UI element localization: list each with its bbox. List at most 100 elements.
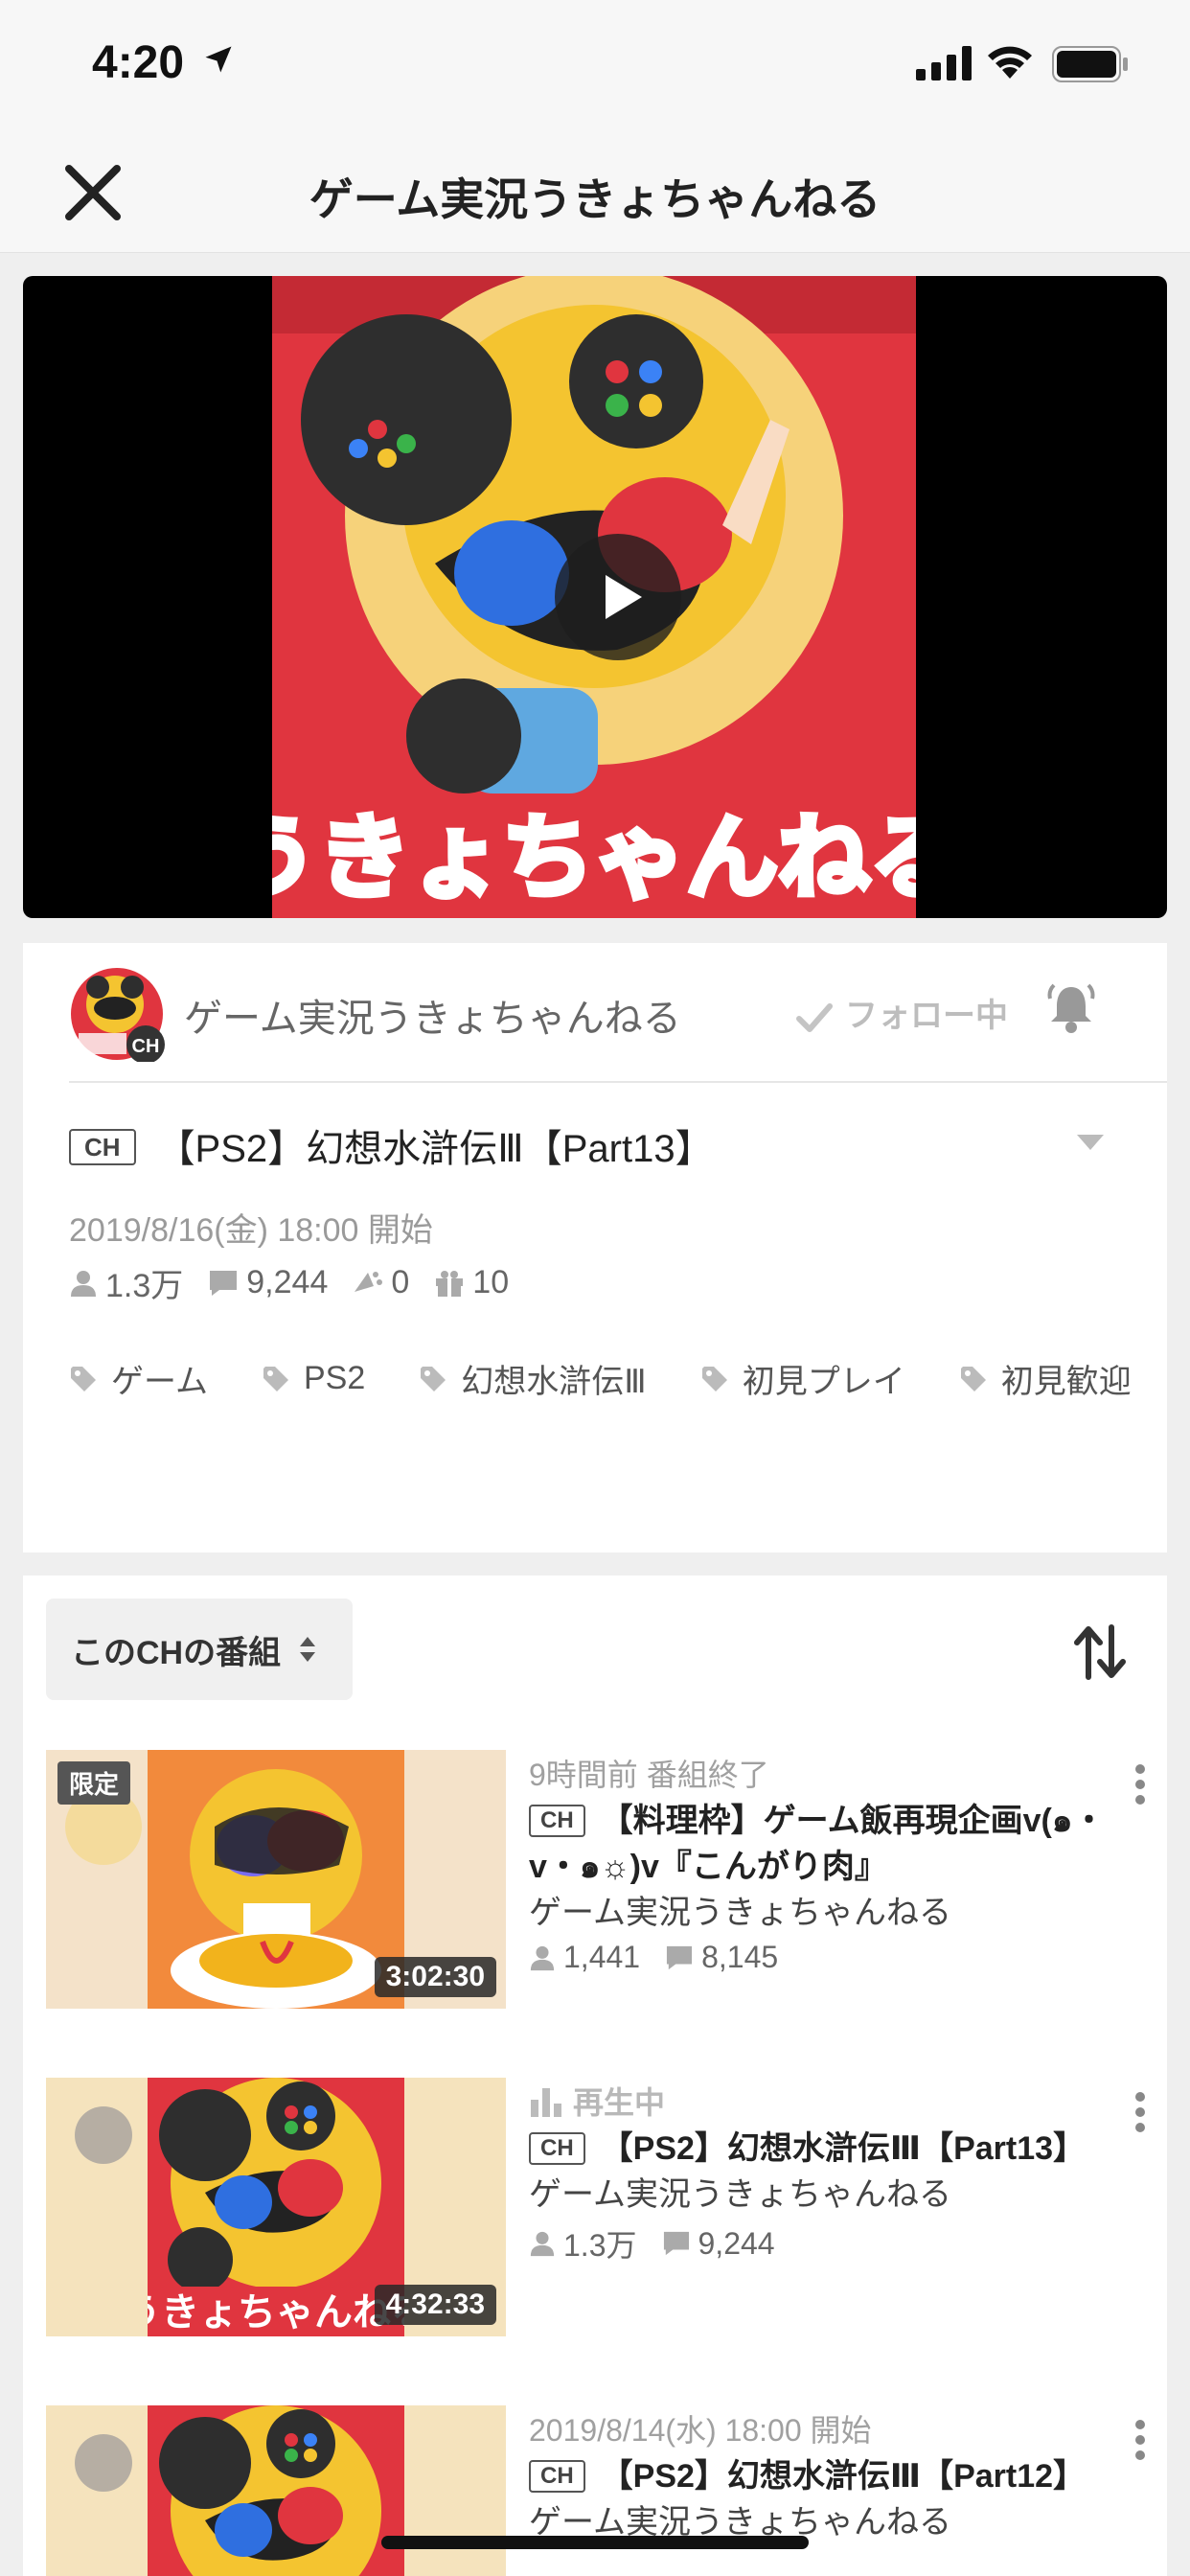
program-title-text: 【PS2】幻想水滸伝Ⅲ【Part13】 xyxy=(156,1128,714,1170)
program-status: 9時間前 番組終了 xyxy=(529,1758,769,1792)
program-item-stats: 1.3万 9,244 xyxy=(529,2221,1123,2266)
program-status-text: 再生中 xyxy=(573,2085,666,2120)
duration-badge: 3:02:30 xyxy=(374,1957,496,1997)
program-meta: 2019/8/14(水) 18:00 開始 CH 【PS2】幻想水滸伝Ⅲ【Part… xyxy=(529,2405,1123,2545)
program-thumbnail[interactable]: 限定 3:02:30 xyxy=(46,1750,506,2009)
ad-count: 0 xyxy=(353,1264,409,1301)
viewer-count: 1,441 xyxy=(529,1940,640,1975)
program-item-title: CH 【PS2】幻想水滸伝Ⅲ【Part12】 xyxy=(529,2453,1123,2499)
comment-count-value: 9,244 xyxy=(246,1264,329,1300)
ch-badge: CH xyxy=(529,2132,585,2165)
program-channel-name: ゲーム実況うきょちゃんねる xyxy=(529,1895,951,1931)
tag-label: 幻想水滸伝Ⅲ xyxy=(461,1364,647,1400)
follow-label: フォロー中 xyxy=(845,998,1008,1034)
thumbnail-title-text: うきょちゃんねる xyxy=(148,2290,404,2334)
thumbnail-blur-right xyxy=(404,2405,506,2576)
tag-item[interactable]: ゲーム xyxy=(69,1355,208,1402)
viewer-count-value: 1,441 xyxy=(563,1940,641,1974)
tag-list: ゲーム PS2 幻想水滸伝Ⅲ 初見プレイ 初見歓迎 xyxy=(69,1355,1142,1402)
more-options-icon[interactable] xyxy=(1134,1763,1146,1806)
program-item-title: CH 【PS2】幻想水滸伝Ⅲ【Part13】 xyxy=(529,2126,1123,2172)
divider xyxy=(69,1081,1167,1083)
tag-item[interactable]: 初見歓迎 xyxy=(959,1355,1132,1402)
tag-icon xyxy=(960,1366,986,1392)
thumbnail-blur-left xyxy=(46,2078,148,2336)
cellular-signal-icon xyxy=(916,46,972,80)
comment-count: 9,244 xyxy=(662,2221,775,2266)
chevron-down-icon[interactable] xyxy=(1075,1131,1106,1154)
comment-icon xyxy=(210,1270,238,1296)
tag-icon xyxy=(421,1366,446,1392)
viewer-icon xyxy=(530,2231,555,2257)
program-thumbnail[interactable] xyxy=(46,2405,506,2576)
battery-icon xyxy=(1052,46,1128,82)
more-options-icon[interactable] xyxy=(1134,2091,1146,2133)
program-info-card: CH ゲーム実況うきょちゃんねる フォロー中 CH 【PS2】幻想水滸伝Ⅲ【Par… xyxy=(23,943,1167,1552)
program-title: CH 【PS2】幻想水滸伝Ⅲ【Part13】 xyxy=(69,1117,714,1173)
home-indicator[interactable] xyxy=(381,2536,809,2549)
comment-count-value: 9,244 xyxy=(698,2225,775,2261)
tag-item[interactable]: 初見プレイ xyxy=(700,1355,905,1402)
gift-count-value: 10 xyxy=(472,1264,510,1300)
sort-updown-icon xyxy=(300,1637,316,1662)
follow-button[interactable]: フォロー中 xyxy=(795,989,1008,1036)
viewer-count: 1.3万 xyxy=(529,2221,637,2266)
thumbnail-image: うきょちゃんねる xyxy=(148,2078,404,2336)
tag-item[interactable]: PS2 xyxy=(262,1355,365,1402)
more-options-icon[interactable] xyxy=(1134,2419,1146,2461)
ch-badge: CH xyxy=(529,2460,585,2493)
channel-program-list: このCHの番組 限定 3:02:30 9時間前 番組終了 CH 【料理枠】ゲーム… xyxy=(23,1576,1167,2576)
tag-label: 初見プレイ xyxy=(742,1364,905,1400)
channel-name[interactable]: ゲーム実況うきょちゃんねる xyxy=(184,987,681,1043)
ch-badge: CH xyxy=(69,1129,136,1165)
video-player[interactable]: うきょちゃんねる xyxy=(23,276,1167,918)
tag-label: PS2 xyxy=(303,1360,366,1396)
program-start-time: 2019/8/16(金) 18:00 開始 xyxy=(69,1212,433,1249)
tag-item[interactable]: 幻想水滸伝Ⅲ xyxy=(419,1355,647,1402)
comment-count: 9,244 xyxy=(208,1264,328,1301)
program-status: 2019/8/14(水) 18:00 開始 xyxy=(529,2413,872,2448)
bar-chart-icon xyxy=(531,2088,561,2117)
list-item[interactable]: 2019/8/14(水) 18:00 開始 CH 【PS2】幻想水滸伝Ⅲ【Part… xyxy=(46,2405,1148,2576)
gift-icon xyxy=(436,1270,464,1297)
list-item[interactable]: 限定 3:02:30 9時間前 番組終了 CH 【料理枠】ゲーム飯再現企画v(๑・… xyxy=(46,1750,1148,2009)
ch-badge: CH xyxy=(529,1805,585,1837)
duration-badge: 4:32:33 xyxy=(374,2285,496,2325)
viewer-icon xyxy=(530,1945,555,1970)
comment-icon xyxy=(667,1945,693,1969)
tag-label: 初見歓迎 xyxy=(1000,1364,1132,1400)
list-item[interactable]: うきょちゃんねる 4:32:33 再生中 CH 【PS2】幻想水滸伝Ⅲ【Part1… xyxy=(46,2078,1148,2336)
notification-bell-icon[interactable] xyxy=(1044,981,1098,1035)
program-meta: 9時間前 番組終了 CH 【料理枠】ゲーム飯再現企画v(๑・v・๑☼)v『こんがり… xyxy=(529,1750,1123,1975)
comment-icon xyxy=(663,2231,689,2256)
artwork-title-text: うきょちゃんねる xyxy=(272,804,916,911)
program-item-title-text: 【料理枠】ゲーム飯再現企画v(๑・v・๑☼)v『こんがり肉』 xyxy=(529,1803,1106,1885)
program-channel-name: ゲーム実況うきょちゃんねる xyxy=(529,2176,951,2213)
program-thumbnail[interactable]: うきょちゃんねる 4:32:33 xyxy=(46,2078,506,2336)
avatar-ch-badge: CH xyxy=(132,1036,160,1057)
program-stats: 1.3万 9,244 0 10 xyxy=(69,1259,509,1306)
viewer-icon xyxy=(71,1270,96,1297)
viewer-count-value: 1.3万 xyxy=(563,2228,637,2263)
program-item-title: CH 【料理枠】ゲーム飯再現企画v(๑・v・๑☼)v『こんがり肉』 xyxy=(529,1798,1123,1890)
gift-count: 10 xyxy=(434,1264,509,1301)
tag-icon xyxy=(71,1366,96,1392)
limited-badge: 限定 xyxy=(57,1761,131,1805)
channel-avatar[interactable]: CH xyxy=(69,966,165,1062)
program-filter-select[interactable]: このCHの番組 xyxy=(46,1598,353,1700)
program-item-title-text: 【PS2】幻想水滸伝Ⅲ【Part13】 xyxy=(600,2130,1087,2167)
tag-icon xyxy=(701,1366,727,1392)
tag-label: ゲーム xyxy=(111,1364,208,1400)
comment-count: 8,145 xyxy=(665,1940,778,1975)
sort-order-icon[interactable] xyxy=(1069,1622,1131,1683)
thumbnail-image xyxy=(148,2405,404,2576)
program-status: 再生中 xyxy=(529,2078,1123,2124)
play-button[interactable] xyxy=(554,533,682,661)
ad-megaphone-icon xyxy=(355,1271,383,1292)
program-filter-label: このCHの番組 xyxy=(71,1634,282,1671)
program-item-title-text: 【PS2】幻想水滸伝Ⅲ【Part12】 xyxy=(600,2458,1087,2495)
status-bar: 4:20 xyxy=(0,0,1190,126)
thumbnail-blur-left xyxy=(46,2405,148,2576)
program-item-stats: 1,441 8,145 xyxy=(529,1940,1123,1975)
status-time: 4:20 xyxy=(92,37,185,88)
